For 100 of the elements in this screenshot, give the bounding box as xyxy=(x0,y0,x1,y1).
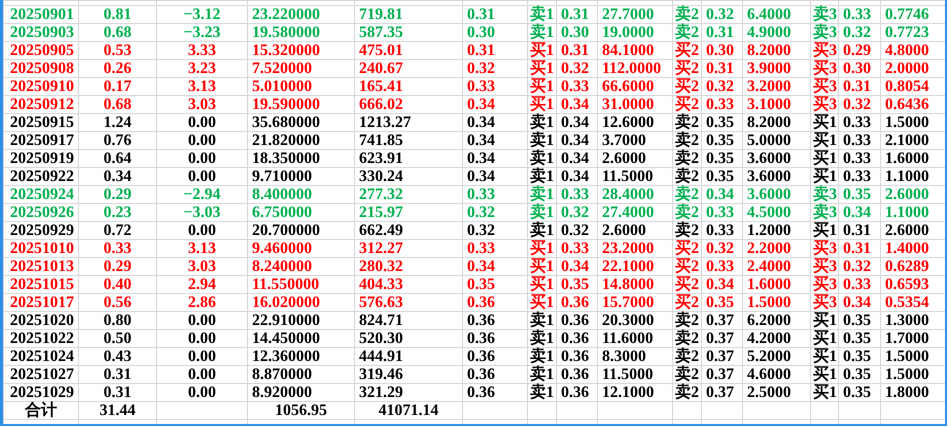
table-cell: 卖2 xyxy=(675,132,699,149)
table-cell: −3.23 xyxy=(183,24,221,41)
table-cell: −3.12 xyxy=(183,6,221,23)
table-cell: 买3 xyxy=(813,258,837,275)
table-cell: 3.6000 xyxy=(747,186,791,203)
table-cell: 0.33 xyxy=(843,132,871,149)
table-cell: 2.2000 xyxy=(747,240,791,257)
table-cell: 8.870000 xyxy=(252,366,312,383)
table-cell: 0.30 xyxy=(843,60,871,77)
table-cell: 0.34 xyxy=(561,96,589,113)
table-cell: 23.220000 xyxy=(252,6,320,23)
table-cell: 2.6000 xyxy=(885,186,929,203)
table-cell: 1.3000 xyxy=(885,312,929,329)
table-cell: 19.0000 xyxy=(602,24,654,41)
table-cell: 0.31 xyxy=(467,42,495,59)
table-cell: 27.4000 xyxy=(602,204,654,221)
table-cell: 0.76 xyxy=(104,132,132,149)
table-cell: 576.63 xyxy=(359,294,403,311)
table-cell: 20251022 xyxy=(10,330,74,347)
table-cell: 0.35 xyxy=(706,294,734,311)
table-cell: 0.34 xyxy=(467,114,495,131)
table-cell: 20251020 xyxy=(10,312,74,329)
table-cell: 0.35 xyxy=(843,384,871,401)
table-cell: 1.6000 xyxy=(885,150,929,167)
table-cell: 19.580000 xyxy=(252,24,320,41)
table-cell: 7.520000 xyxy=(252,60,312,77)
table-cell: 3.13 xyxy=(188,240,216,257)
table-cell: 0.35 xyxy=(706,150,734,167)
table-cell: 买2 xyxy=(675,294,699,311)
table-cell: 买1 xyxy=(813,366,837,383)
table-cell: 0.81 xyxy=(104,6,132,23)
table-cell: 0.36 xyxy=(467,294,495,311)
table-cell: 0.33 xyxy=(706,96,734,113)
table-cell: 卖2 xyxy=(675,348,699,365)
table-cell: 20250915 xyxy=(10,114,74,131)
table-cell: 0.6436 xyxy=(885,96,929,113)
table-cell: 9.710000 xyxy=(252,168,312,185)
table-cell: 0.34 xyxy=(561,114,589,131)
table-cell: 12.360000 xyxy=(252,348,320,365)
table-cell: 8.400000 xyxy=(252,186,312,203)
table-cell: 0.37 xyxy=(706,384,734,401)
table-cell: 0.33 xyxy=(467,186,495,203)
table-cell: 0.30 xyxy=(467,24,495,41)
table-cell: 0.36 xyxy=(561,294,589,311)
table-cell: 11.6000 xyxy=(602,330,654,347)
table-cell: 卖2 xyxy=(675,330,699,347)
total-cell: 31.44 xyxy=(100,402,136,419)
table-cell: 6.4000 xyxy=(747,6,791,23)
table-cell: 5.2000 xyxy=(747,348,791,365)
table-cell: 0.40 xyxy=(104,276,132,293)
table-cell: 0.00 xyxy=(188,366,216,383)
table-cell: 112.0000 xyxy=(602,60,662,77)
table-cell: 1.1000 xyxy=(885,204,929,221)
table-cell: 0.32 xyxy=(843,24,871,41)
table-cell: 1.1000 xyxy=(885,168,929,185)
table-cell: 0.36 xyxy=(467,384,495,401)
table-cell: 卖1 xyxy=(530,222,554,239)
table-cell: 买3 xyxy=(813,276,837,293)
table-cell: 0.00 xyxy=(188,384,216,401)
table-cell: 2.6000 xyxy=(602,222,646,239)
table-cell: 0.37 xyxy=(706,330,734,347)
table-cell: 买2 xyxy=(675,276,699,293)
table-cell: 0.34 xyxy=(467,132,495,149)
table-cell: 520.30 xyxy=(359,330,403,347)
table-cell: 0.6593 xyxy=(885,276,929,293)
table-cell: 8.2000 xyxy=(747,114,791,131)
table-cell: 20250917 xyxy=(10,132,74,149)
table-cell: 5.010000 xyxy=(252,78,312,95)
table-cell: 0.34 xyxy=(561,168,589,185)
table-cell: 卖1 xyxy=(530,6,554,23)
table-cell: 0.33 xyxy=(843,168,871,185)
table-cell: 卖3 xyxy=(813,6,837,23)
table-cell: 0.36 xyxy=(467,348,495,365)
table-cell: 20250924 xyxy=(10,186,74,203)
table-cell: 0.68 xyxy=(104,24,132,41)
table-cell: 0.31 xyxy=(843,78,871,95)
table-cell: 3.1000 xyxy=(747,96,791,113)
table-cell: 卖1 xyxy=(530,114,554,131)
table-cell: 20250912 xyxy=(10,96,74,113)
table-cell: 0.33 xyxy=(843,276,871,293)
table-cell: 1.24 xyxy=(104,114,132,131)
table-cell: 0.32 xyxy=(843,258,871,275)
table-cell: 23.2000 xyxy=(602,240,654,257)
table-cell: 20251029 xyxy=(10,384,74,401)
total-cell: 41071.14 xyxy=(378,402,438,419)
table-cell: 0.7723 xyxy=(885,24,929,41)
table-cell: 0.35 xyxy=(843,312,871,329)
table-cell: 0.33 xyxy=(706,204,734,221)
table-cell: 319.46 xyxy=(359,366,403,383)
table-cell: 0.32 xyxy=(561,222,589,239)
table-cell: 0.43 xyxy=(104,348,132,365)
table-cell: 623.91 xyxy=(359,150,403,167)
table-cell: 卖1 xyxy=(530,150,554,167)
table-cell: 买3 xyxy=(813,60,837,77)
table-cell: 0.29 xyxy=(843,42,871,59)
table-cell: 3.9000 xyxy=(747,60,791,77)
table-cell: 0.6289 xyxy=(885,258,929,275)
table-cell: 0.33 xyxy=(467,240,495,257)
table-cell: 0.72 xyxy=(104,222,132,239)
table-cell: 0.31 xyxy=(843,222,871,239)
